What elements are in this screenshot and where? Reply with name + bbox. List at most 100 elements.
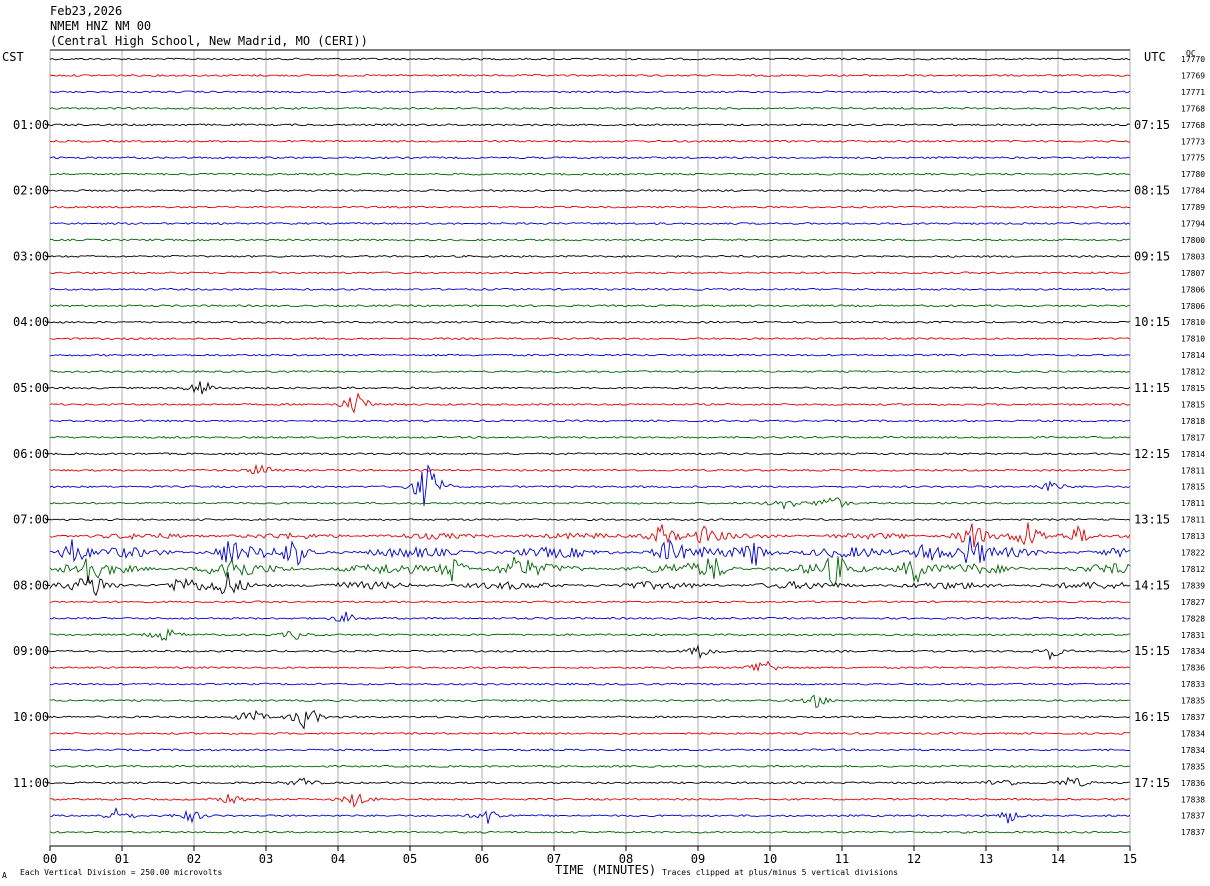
seismic-trace <box>49 660 1131 672</box>
qc-value: 17780 <box>1181 170 1205 179</box>
qc-value: 17770 <box>1181 55 1205 64</box>
seismic-trace <box>49 793 1131 808</box>
seismic-trace <box>49 732 1130 735</box>
header-location: (Central High School, New Madrid, MO (CE… <box>50 34 368 48</box>
left-hour-label: 04:00 <box>13 315 49 329</box>
qc-value: 17835 <box>1181 697 1205 706</box>
qc-value: 17836 <box>1181 779 1205 788</box>
right-hour-label: 08:15 <box>1134 184 1170 198</box>
seismic-trace <box>49 452 1131 456</box>
clip-note: Traces clipped at plus/minus 5 vertical … <box>662 868 898 877</box>
seismic-trace <box>49 600 1131 604</box>
left-hour-label: 03:00 <box>13 249 49 263</box>
seismic-trace <box>49 106 1131 110</box>
seismic-trace <box>49 497 1130 511</box>
qc-value: 17771 <box>1181 88 1205 97</box>
qc-value: 17768 <box>1181 104 1205 113</box>
qc-value: 17822 <box>1181 549 1205 558</box>
seismic-trace <box>49 419 1131 423</box>
seismic-trace <box>49 205 1130 209</box>
qc-value: 17834 <box>1181 647 1205 656</box>
x-tick-label: 06 <box>475 852 489 866</box>
seismic-trace <box>49 304 1131 308</box>
seismic-trace <box>49 694 1130 709</box>
seismic-trace <box>49 776 1130 787</box>
qc-value: 17833 <box>1181 680 1205 689</box>
right-hour-label: 09:15 <box>1134 249 1170 263</box>
qc-value: 17800 <box>1181 236 1205 245</box>
seismic-trace <box>49 139 1130 143</box>
seismic-trace <box>49 156 1131 160</box>
qc-value: 17831 <box>1181 631 1205 640</box>
qc-value: 17811 <box>1181 516 1205 525</box>
right-hour-label: 13:15 <box>1134 513 1170 527</box>
seismic-trace <box>49 90 1131 94</box>
x-tick-label: 05 <box>403 852 417 866</box>
left-hour-label: 10:00 <box>13 710 49 724</box>
qc-value: 17815 <box>1181 483 1205 492</box>
right-hour-label: 10:15 <box>1134 315 1170 329</box>
qc-value: 17814 <box>1181 450 1205 459</box>
seismic-trace <box>49 764 1131 768</box>
seismic-trace <box>49 806 1131 824</box>
qc-value: 17814 <box>1181 351 1205 360</box>
seismic-trace <box>49 392 1131 414</box>
right-hour-label: 17:15 <box>1134 776 1170 790</box>
qc-value: 17815 <box>1181 400 1205 409</box>
qc-value: 17836 <box>1181 664 1205 673</box>
right-hour-label: 14:15 <box>1134 578 1170 592</box>
seismic-trace <box>49 627 1131 642</box>
left-hour-label: 09:00 <box>13 644 49 658</box>
qc-value: 17806 <box>1181 302 1205 311</box>
seismic-trace <box>49 353 1131 357</box>
seismic-trace <box>49 189 1131 193</box>
corner-mark: A <box>2 871 7 880</box>
qc-value: 17807 <box>1181 269 1205 278</box>
left-hour-label: 11:00 <box>13 776 49 790</box>
qc-value: 17803 <box>1181 252 1205 261</box>
seismic-trace <box>49 381 1131 395</box>
seismic-trace <box>49 644 1131 661</box>
x-tick-label: 11 <box>835 852 849 866</box>
right-hour-label: 07:15 <box>1134 118 1170 132</box>
seismic-trace <box>49 572 1131 597</box>
qc-value: 17769 <box>1181 71 1205 80</box>
seismic-trace <box>49 238 1131 242</box>
qc-value: 17815 <box>1181 384 1205 393</box>
x-tick-label: 00 <box>43 852 57 866</box>
qc-value: 17784 <box>1181 187 1205 196</box>
x-tick-label: 12 <box>907 852 921 866</box>
right-hour-labels: 07:15 08:15 09:15 10:15 11:15 12:15 13:15 14:15… <box>1134 118 1170 790</box>
seismic-trace <box>49 57 1131 61</box>
x-tick-label: 10 <box>763 852 777 866</box>
seismic-trace <box>49 271 1131 275</box>
seismic-trace <box>49 370 1131 373</box>
qc-value: 17828 <box>1181 614 1205 623</box>
x-tick-label: 14 <box>1051 852 1065 866</box>
qc-value: 17813 <box>1181 532 1205 541</box>
qc-value: 17794 <box>1181 220 1205 229</box>
seismic-traces <box>49 57 1131 834</box>
qc-value: 17812 <box>1181 368 1205 377</box>
qc-value: 17837 <box>1181 713 1205 722</box>
qc-value: 17806 <box>1181 285 1205 294</box>
seismic-trace <box>49 320 1131 324</box>
seismic-trace <box>49 748 1131 752</box>
seismic-trace <box>49 709 1131 730</box>
seismic-trace <box>49 522 1131 548</box>
x-tick-label: 04 <box>331 852 345 866</box>
seismic-trace <box>49 556 1131 588</box>
qc-value: 17811 <box>1181 466 1205 475</box>
qc-value: 17810 <box>1181 318 1205 327</box>
qc-value: 17773 <box>1181 137 1205 146</box>
qc-value: 17812 <box>1181 565 1205 574</box>
x-tick-label: 03 <box>259 852 273 866</box>
left-hour-label: 02:00 <box>13 184 49 198</box>
seismic-trace <box>49 222 1131 225</box>
header-date: Feb23,2026 <box>50 4 122 18</box>
x-axis-title: TIME (MINUTES) <box>555 863 656 877</box>
left-hour-label: 07:00 <box>13 513 49 527</box>
minute-grid <box>49 50 1131 846</box>
seismic-trace <box>49 287 1131 291</box>
seismic-trace <box>49 74 1131 77</box>
